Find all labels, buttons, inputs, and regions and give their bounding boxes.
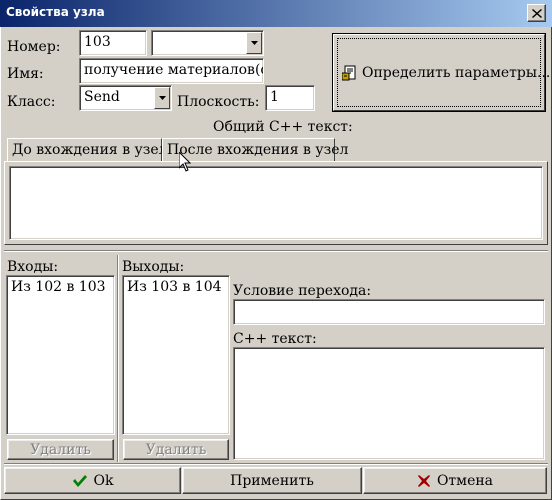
number-label: Номер:	[7, 39, 61, 55]
outputs-list[interactable]: Из 103 в 104	[122, 275, 230, 435]
class-select[interactable]: Send	[79, 85, 172, 111]
inputs-delete-button[interactable]: Удалить	[7, 439, 114, 460]
name-field[interactable]: получение материалов(сп)	[79, 58, 264, 84]
common-text-label: Общий С++ текст:	[213, 119, 353, 135]
ok-button[interactable]: Ok	[4, 467, 181, 494]
define-params-label: Определить параметры...	[362, 65, 551, 81]
plane-field[interactable]: 1	[265, 85, 315, 111]
class-label: Класс:	[7, 94, 56, 110]
list-item[interactable]: Из 103 в 104	[127, 279, 222, 295]
inputs-label: Входы:	[7, 259, 59, 275]
separator	[4, 250, 548, 252]
mouse-cursor-icon	[179, 152, 191, 172]
name-label: Имя:	[7, 66, 44, 82]
plane-label: Плоскость:	[177, 94, 260, 110]
apply-button[interactable]: Применить	[182, 467, 362, 494]
inputs-list[interactable]: Из 102 в 103	[6, 275, 115, 435]
number-dropdown[interactable]	[151, 30, 264, 56]
outputs-delete-button[interactable]: Удалить	[123, 439, 229, 460]
outputs-label: Выходы:	[122, 259, 185, 275]
cancel-button[interactable]: Отмена	[363, 467, 547, 494]
bottom-separator	[4, 463, 548, 465]
number-field[interactable]: 103	[79, 30, 147, 56]
cpp-text-label: С++ текст:	[233, 331, 317, 347]
tab-before-entry[interactable]: До вхождения в узел	[7, 138, 168, 162]
list-item[interactable]: Из 102 в 103	[11, 279, 106, 295]
dropdown-button[interactable]	[246, 32, 262, 54]
document-params-icon	[342, 65, 356, 81]
condition-label: Условие перехода:	[233, 283, 372, 299]
define-params-button[interactable]: Определить параметры...	[332, 33, 550, 112]
window-title: Свойства узла	[6, 5, 105, 19]
chevron-down-icon	[158, 96, 166, 100]
cross-icon	[417, 474, 430, 487]
vertical-separator	[117, 255, 119, 462]
tab-before-entry-label: До вхождения в узел	[12, 142, 168, 158]
chevron-down-icon	[250, 41, 258, 45]
common-cpp-textarea[interactable]	[9, 166, 543, 240]
close-icon	[531, 8, 542, 18]
condition-field[interactable]	[233, 299, 545, 325]
close-button[interactable]	[527, 4, 546, 22]
class-dropdown-button[interactable]	[154, 87, 170, 109]
tab-after-entry-label: После вхождения в узел	[167, 142, 349, 158]
checkmark-icon	[72, 474, 87, 487]
cpp-textarea[interactable]	[233, 347, 545, 460]
